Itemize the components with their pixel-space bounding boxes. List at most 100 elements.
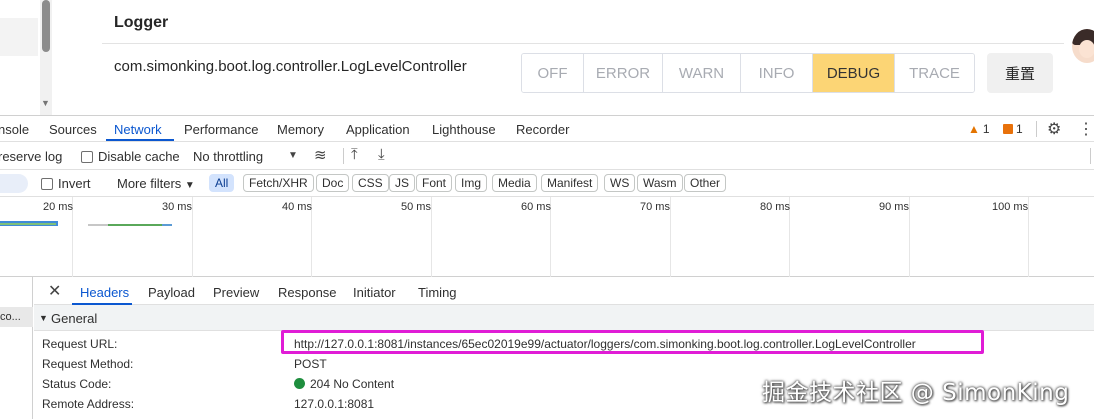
filter-chip-media[interactable]: Media [492, 174, 537, 192]
timeline-tick: 60 ms [521, 201, 551, 213]
checkbox-icon[interactable] [81, 151, 93, 163]
left-menu-strip [0, 0, 38, 115]
invert-label: Invert [58, 176, 91, 191]
tab-payload[interactable]: Payload [148, 285, 195, 300]
import-har-icon[interactable]: ⤒ [351, 146, 358, 163]
tab-network[interactable]: Network [114, 122, 162, 137]
warnings-indicator[interactable]: ▲ 1 [968, 122, 990, 136]
dropdown-caret-icon[interactable]: ▼ [288, 150, 298, 161]
request-timing-bar-waiting [108, 224, 162, 226]
filter-chip-js[interactable]: JS [389, 174, 416, 192]
filter-chip-fetch-xhr[interactable]: Fetch/XHR [243, 174, 314, 192]
general-section-header[interactable]: ▼ General [34, 305, 1094, 331]
divider [343, 148, 344, 164]
timeline-gridline [192, 197, 193, 277]
tab-preview[interactable]: Preview [213, 285, 259, 300]
active-tab-underline [106, 139, 174, 141]
timeline-tick: 80 ms [760, 201, 790, 213]
filter-input[interactable] [0, 174, 28, 193]
preserve-log-checkbox-label[interactable]: reserve log [0, 149, 62, 164]
tab-console[interactable]: nsole [0, 122, 29, 137]
filter-chip-all[interactable]: All [209, 174, 235, 192]
tab-headers[interactable]: Headers [80, 285, 129, 300]
tab-timing[interactable]: Timing [418, 285, 457, 300]
request-method-label: Request Method: [42, 357, 134, 371]
log-level-group: OFF ERROR WARN INFO DEBUG TRACE [521, 53, 975, 93]
left-menu-item[interactable] [0, 18, 38, 56]
status-code-value: 204 No Content [294, 377, 394, 391]
request-url-label: Request URL: [42, 337, 118, 351]
tab-lighthouse[interactable]: Lighthouse [432, 122, 496, 137]
warnings-count: 1 [982, 122, 990, 136]
request-timing-bar-download [0, 223, 56, 225]
gear-icon[interactable]: ⚙ [1047, 119, 1061, 139]
timeline-gridline [670, 197, 671, 277]
filter-bar: Invert More filters ▼ All Fetch/XHR Doc … [0, 170, 1094, 197]
issues-count: 1 [1016, 122, 1023, 136]
level-warn-button[interactable]: WARN [663, 54, 741, 92]
status-code-label: Status Code: [42, 377, 112, 391]
status-code-text: 204 No Content [310, 377, 395, 391]
timeline-tick: 20 ms [43, 201, 73, 213]
tab-sources[interactable]: Sources [49, 122, 97, 137]
level-off-button[interactable]: OFF [522, 54, 584, 92]
timeline-tick: 40 ms [282, 201, 312, 213]
more-filters-label: More filters [117, 176, 182, 191]
filter-chip-img[interactable]: Img [455, 174, 488, 192]
more-filters-dropdown[interactable]: More filters ▼ [117, 176, 195, 191]
tab-initiator[interactable]: Initiator [353, 285, 396, 300]
filter-chip-manifest[interactable]: Manifest [541, 174, 599, 192]
devtools-tabbar: nsole Sources Network Performance Memory… [0, 116, 1094, 142]
level-error-button[interactable]: ERROR [584, 54, 663, 92]
avatar[interactable] [1072, 29, 1094, 63]
page-scrollbar[interactable]: ▼ [40, 0, 52, 115]
request-list-item[interactable]: co... [0, 307, 33, 327]
logger-panel: ▼ Logger com.simonking.boot.log.controll… [0, 0, 1094, 115]
checkbox-icon[interactable] [41, 178, 53, 190]
filter-chip-font[interactable]: Font [416, 174, 453, 192]
network-timeline-overview[interactable]: 20 ms 30 ms 40 ms 50 ms 60 ms 70 ms 80 m… [0, 197, 1094, 277]
timeline-tick: 50 ms [401, 201, 431, 213]
more-options-icon[interactable]: ⋮ [1078, 119, 1094, 139]
tab-recorder[interactable]: Recorder [516, 122, 569, 137]
timeline-gridline [1028, 197, 1029, 277]
level-info-button[interactable]: INFO [741, 54, 813, 92]
scrollbar-thumb[interactable] [42, 0, 50, 52]
export-har-icon[interactable]: ⤓ [378, 146, 385, 163]
timeline-tick: 90 ms [879, 201, 909, 213]
network-conditions-icon[interactable]: ≋ [314, 146, 327, 164]
timeline-gridline [909, 197, 910, 277]
divider [1036, 121, 1037, 137]
filter-chip-doc[interactable]: Doc [316, 174, 350, 192]
tab-memory[interactable]: Memory [277, 122, 324, 137]
tab-response[interactable]: Response [278, 285, 337, 300]
throttling-select[interactable]: No throttling [193, 149, 263, 164]
filter-chip-ws[interactable]: WS [604, 174, 636, 192]
scroll-down-arrow-icon[interactable]: ▼ [41, 98, 50, 108]
remote-address-label: Remote Address: [42, 397, 135, 411]
title-divider [102, 43, 1064, 44]
timeline-gridline [431, 197, 432, 277]
close-icon[interactable]: ✕ [48, 281, 61, 301]
collapse-caret-icon[interactable]: ▼ [39, 313, 48, 323]
tab-performance[interactable]: Performance [184, 122, 258, 137]
filter-chip-css[interactable]: CSS [352, 174, 389, 192]
filter-chip-other[interactable]: Other [684, 174, 727, 192]
tab-application[interactable]: Application [346, 122, 410, 137]
network-toolbar: reserve log Disable cache No throttling … [0, 143, 1094, 170]
invert-checkbox[interactable]: Invert [41, 176, 91, 191]
timeline-tick: 30 ms [162, 201, 192, 213]
disable-cache-checkbox[interactable]: Disable cache [81, 149, 180, 164]
request-timing-bar-download [162, 224, 172, 226]
url-highlight-box [281, 330, 984, 354]
disable-cache-label: Disable cache [98, 149, 180, 164]
reset-button[interactable]: 重置 [987, 53, 1053, 93]
level-debug-button[interactable]: DEBUG [813, 54, 895, 92]
remote-address-value: 127.0.0.1:8081 [294, 397, 375, 411]
issues-indicator[interactable]: 1 [1003, 122, 1023, 136]
issue-flag-icon [1003, 124, 1013, 134]
level-trace-button[interactable]: TRACE [895, 54, 974, 92]
timeline-tick: 100 ms [992, 201, 1029, 213]
request-method-value: POST [294, 357, 327, 371]
filter-chip-wasm[interactable]: Wasm [637, 174, 683, 192]
